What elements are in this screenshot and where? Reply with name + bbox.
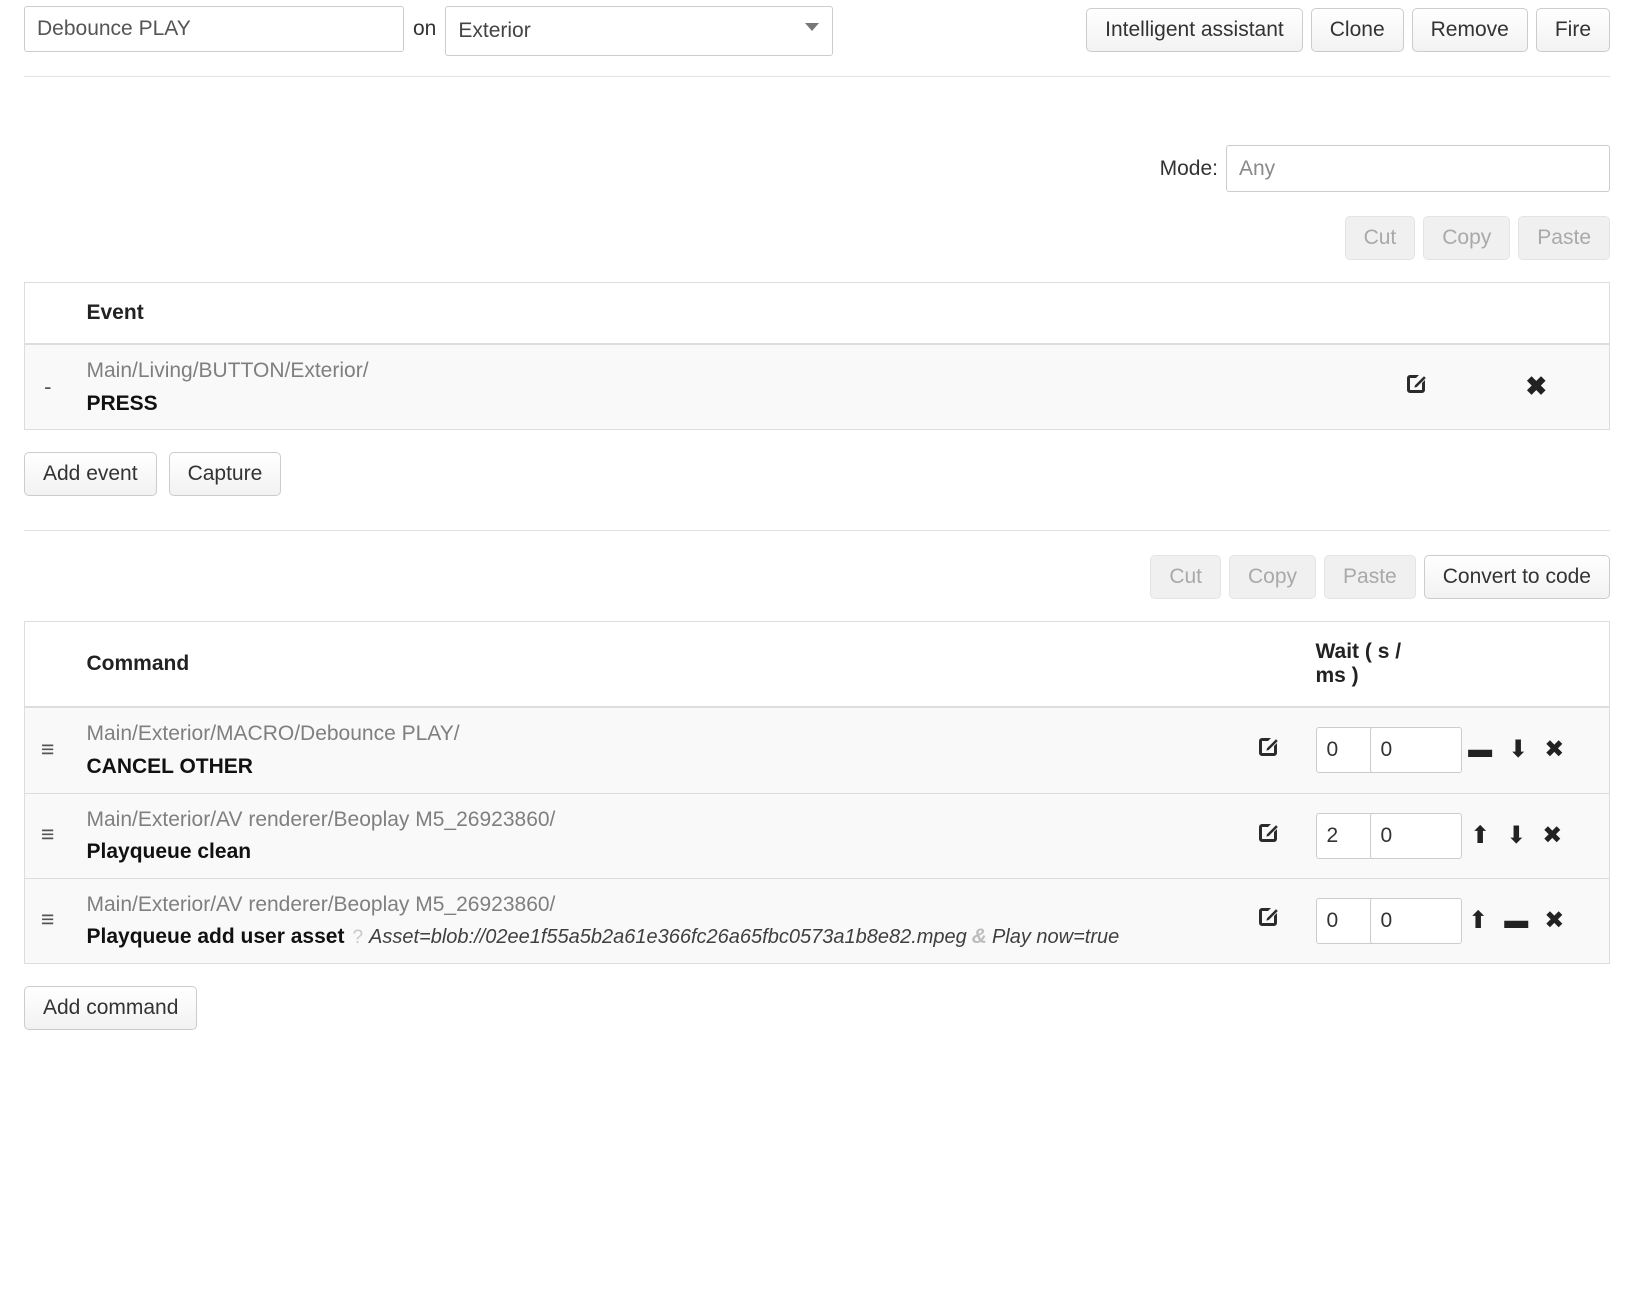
event-actions: Add event Capture (0, 452, 1634, 497)
macro-editor-page: on Exterior Intelligent assistant Clone … (0, 0, 1634, 1298)
command-cell: Main/Exterior/MACRO/Debounce PLAY/ CANCE… (70, 706, 1220, 794)
table-row[interactable]: - Main/Living/BUTTON/Exterior/ PRESS ✖ (24, 343, 1610, 430)
events-delete-header (1463, 282, 1610, 346)
command-actions: Add command (0, 985, 1634, 1030)
commands-actions-header (1423, 621, 1610, 709)
command-cell: Main/Exterior/AV renderer/Beoplay M5_269… (70, 877, 1220, 964)
command-params-2: Play now=true (991, 926, 1120, 949)
event-copy-button[interactable]: Copy (1423, 216, 1511, 261)
drag-handle-icon[interactable]: ≡ (41, 906, 54, 932)
commands-handle-header (24, 621, 71, 709)
header-actions: Intelligent assistant Clone Remove Fire (1086, 6, 1610, 53)
command-path: Main/Exterior/AV renderer/Beoplay M5_269… (86, 892, 556, 916)
target-select[interactable]: Exterior (445, 6, 834, 56)
help-icon[interactable]: ? (344, 927, 369, 948)
edit-icon[interactable] (1256, 821, 1280, 845)
commands-table: Command Wait ( s / ms ) ≡ Main/Exterior/… (24, 621, 1610, 964)
command-path: Main/Exterior/MACRO/Debounce PLAY/ (86, 722, 460, 746)
capture-button[interactable]: Capture (168, 452, 282, 497)
close-icon[interactable]: ✖ (1544, 908, 1564, 933)
command-cell: Main/Exterior/AV renderer/Beoplay M5_269… (70, 792, 1220, 879)
edit-icon[interactable] (1256, 905, 1280, 929)
events-edit-header (1367, 282, 1464, 346)
intelligent-assistant-button[interactable]: Intelligent assistant (1086, 8, 1303, 53)
command-name: Playqueue clean (86, 840, 252, 864)
event-path: Main/Living/BUTTON/Exterior/ (86, 359, 369, 383)
command-cut-button[interactable]: Cut (1150, 555, 1221, 600)
wait-ms-input[interactable] (1369, 812, 1462, 859)
events-event-header: Event (70, 282, 1368, 346)
move-up-disabled-icon: ▬ (1468, 736, 1493, 764)
move-down-disabled-icon: ▬ (1504, 906, 1529, 934)
close-icon[interactable]: ✖ (1544, 738, 1564, 762)
event-name: PRESS (86, 391, 158, 415)
close-icon[interactable]: ✖ (1525, 371, 1547, 401)
command-params: Asset=blob://02ee1f55a5b2a61e366fc26a65f… (369, 926, 967, 949)
commands-header-row: Command Wait ( s / ms ) (24, 621, 1610, 709)
close-icon[interactable]: ✖ (1542, 823, 1562, 848)
table-row[interactable]: ≡ Main/Exterior/MACRO/Debounce PLAY/ CAN… (24, 706, 1610, 794)
event-cell: Main/Living/BUTTON/Exterior/ PRESS (70, 343, 1368, 430)
event-clipboard-toolbar: Cut Copy Paste (0, 216, 1634, 261)
convert-to-code-button[interactable]: Convert to code (1423, 555, 1610, 600)
section-divider (24, 530, 1610, 532)
header-divider (24, 76, 1610, 77)
edit-icon[interactable] (1256, 735, 1280, 759)
move-down-icon[interactable]: ⬇ (1506, 823, 1526, 848)
macro-name-input[interactable] (24, 6, 404, 52)
event-cut-button[interactable]: Cut (1344, 216, 1416, 261)
move-up-icon[interactable]: ⬆ (1468, 908, 1488, 933)
command-name: Playqueue add user asset (86, 925, 345, 949)
params-separator: & (971, 925, 987, 949)
table-row[interactable]: ≡ Main/Exterior/AV renderer/Beoplay M5_2… (24, 877, 1610, 964)
command-paste-button[interactable]: Paste (1324, 555, 1416, 600)
command-clipboard-toolbar: Cut Copy Paste Convert to code (0, 555, 1634, 600)
table-row[interactable]: ≡ Main/Exterior/AV renderer/Beoplay M5_2… (24, 792, 1610, 879)
edit-icon[interactable] (1404, 372, 1428, 396)
events-table: Event - Main/Living/BUTTON/Exterior/ PRE… (24, 282, 1610, 431)
remove-button[interactable]: Remove (1411, 8, 1528, 53)
commands-wait-header: Wait ( s / ms ) (1315, 621, 1424, 709)
on-label: on (413, 17, 437, 40)
move-up-icon[interactable]: ⬆ (1470, 823, 1490, 848)
chevron-down-icon (805, 23, 820, 31)
mode-input[interactable] (1226, 145, 1610, 192)
commands-command-header: Command (70, 621, 1220, 709)
drag-handle-icon[interactable]: ≡ (41, 736, 54, 762)
wait-ms-input[interactable] (1369, 897, 1462, 944)
events-header-row: Event (24, 282, 1610, 346)
events-handle-header (24, 282, 71, 346)
command-name: CANCEL OTHER (86, 755, 253, 779)
wait-ms-input[interactable] (1369, 727, 1462, 774)
event-paste-button[interactable]: Paste (1518, 216, 1610, 261)
command-path: Main/Exterior/AV renderer/Beoplay M5_269… (86, 807, 556, 831)
add-command-button[interactable]: Add command (24, 985, 198, 1030)
target-select-value: Exterior (445, 6, 834, 56)
add-event-button[interactable]: Add event (24, 452, 157, 497)
mode-row: Mode: (0, 145, 1634, 192)
event-handle: - (44, 374, 52, 400)
clone-button[interactable]: Clone (1310, 8, 1404, 53)
commands-edit-header (1219, 621, 1316, 709)
drag-handle-icon[interactable]: ≡ (41, 821, 54, 847)
command-copy-button[interactable]: Copy (1229, 555, 1317, 600)
move-down-icon[interactable]: ⬇ (1508, 738, 1528, 762)
mode-label: Mode: (1159, 156, 1218, 180)
fire-button[interactable]: Fire (1535, 8, 1610, 53)
header-toolbar: on Exterior Intelligent assistant Clone … (0, 0, 1634, 62)
